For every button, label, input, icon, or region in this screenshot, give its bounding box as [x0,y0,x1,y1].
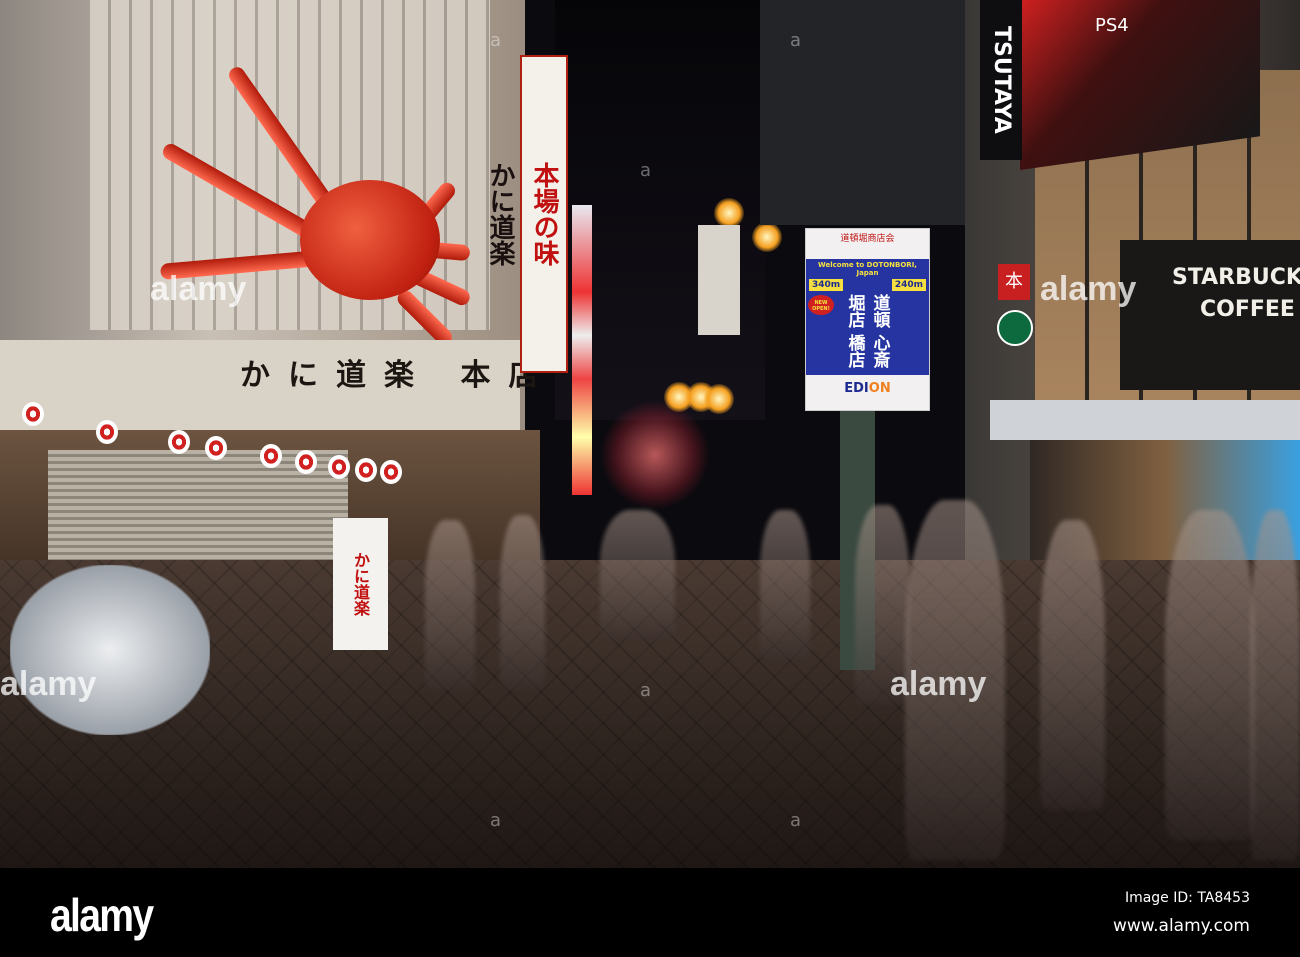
restaurant-standee: かに道楽 [333,518,388,650]
right-distance: 240m [891,279,926,291]
red-kanji-sign: 本 [998,264,1030,300]
banner-brand-area: EDION [806,375,929,410]
watermark-mark: a [490,810,502,831]
lantern [295,450,317,474]
website-link: www.alamy.com [1112,916,1250,936]
image-id: Image ID: TA8453 [1124,890,1250,906]
left-distance: 340m [809,279,844,291]
pedestrian [760,510,810,660]
watermark-mark: a [640,160,652,181]
lantern [22,402,44,426]
alamy-logo: alamy [50,889,154,941]
watermark-mark: a [790,30,802,51]
watermark: alamy [150,270,247,308]
distant-neon-glow [600,400,710,510]
watermark-mark: a [640,680,652,701]
tsutaya-sign: TSUTAYA [980,0,1022,160]
banner-header: 道頓堀商店会 [806,229,929,259]
street-lamp [704,384,734,414]
watermark: alamy [890,665,987,703]
starbucks-sign: STARBUCKS COFFEE [1172,265,1300,322]
watermark: alamy [0,665,97,703]
lantern [96,420,118,444]
sign-text-top: 本場の味 [529,162,559,266]
blurred-pedestrian [1165,510,1255,840]
lantern [380,460,402,484]
street-photo: かに道楽 本店 本場の味 かに道楽 かに道楽 道頓堀商店会 Welcome to… [0,0,1300,868]
blurred-pedestrian [425,520,475,690]
watermark-mark: a [490,30,502,51]
right-store-name: 道頓堀店 [844,294,890,328]
lantern [260,444,282,468]
sign-text-bottom: かに道楽 [485,162,515,266]
watermark: alamy [1040,270,1137,308]
watermark-footer: alamy Image ID: TA8453 www.alamy.com [0,868,1300,957]
dotonbori-banner: 道頓堀商店会 Welcome to DOTONBORI, Japan 340m … [805,228,930,411]
edion-logo: EDION [844,381,891,396]
giant-crab-sculpture [300,180,440,300]
lantern [355,458,377,482]
blurred-pedestrian [500,515,545,690]
blurred-pedestrian [600,510,675,640]
starbucks-logo [997,310,1033,346]
left-store-name: 心斎橋店 [844,334,890,368]
blurred-pedestrian [1250,510,1300,860]
street-lamp [714,198,744,228]
garbage-bags [10,565,210,735]
lantern [328,455,350,479]
neon-signs [572,205,592,495]
new-open-badge: NEW OPEN! [808,295,834,315]
side-sign [698,225,740,335]
awning-sign: かに道楽 本店 [240,358,557,393]
store-canopy [990,400,1300,440]
vertical-restaurant-sign: 本場の味 かに道楽 [485,55,568,373]
lantern [168,430,190,454]
banner-welcome: Welcome to DOTONBORI, Japan [818,261,917,277]
ps4-logo: PS4 [1095,15,1129,36]
blurred-pedestrian [1040,520,1105,810]
lantern [205,436,227,460]
street-lamp [752,222,782,252]
watermark-mark: a [790,810,802,831]
